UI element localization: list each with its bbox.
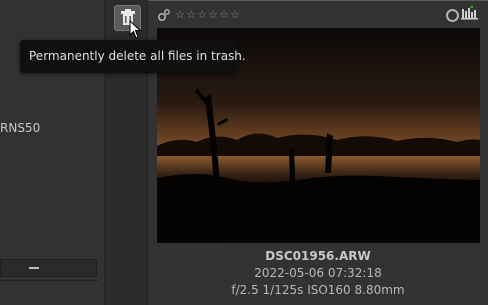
datetime-label: 2022-05-06 07:32:18 [254, 266, 382, 280]
star-icon[interactable]: ☆ [186, 8, 196, 21]
star-icon[interactable]: ☆ [197, 8, 207, 21]
left-panel-label: RNS50 [0, 121, 41, 135]
gear-icon[interactable] [157, 8, 171, 22]
star-icon[interactable]: ☆ [175, 8, 185, 21]
cursor-icon [129, 20, 142, 39]
histogram-icon[interactable] [461, 6, 479, 20]
star-icon[interactable]: ☆ [208, 8, 218, 21]
star-icon[interactable]: ☆ [219, 8, 229, 21]
filename-label: DSC01956.ARW [265, 249, 371, 263]
minus-icon [29, 267, 39, 269]
rating-stars[interactable]: ☆ ☆ ☆ ☆ ☆ ☆ [175, 8, 240, 21]
color-label-icon[interactable] [446, 9, 459, 22]
divider [0, 280, 98, 281]
star-icon[interactable]: ☆ [230, 8, 240, 21]
tooltip: Permanently delete all files in trash. [20, 40, 246, 73]
collapse-button[interactable] [0, 259, 97, 277]
tooltip-text: Permanently delete all files in trash. [29, 49, 246, 63]
exif-label: f/2.5 1/125s ISO160 8.80mm [231, 283, 405, 297]
